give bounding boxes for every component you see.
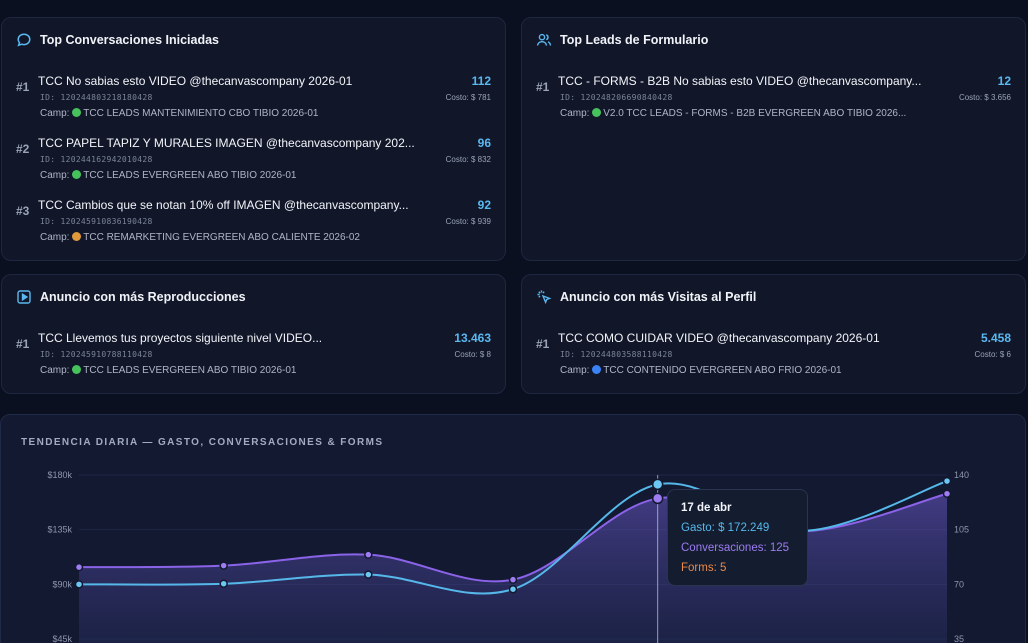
tooltip-forms: Forms: 5 (681, 562, 727, 574)
gasto-point[interactable] (219, 579, 228, 588)
right-tick-label: 35 (954, 634, 964, 643)
left-tick-label: $180k (47, 470, 72, 480)
gasto-point[interactable] (364, 570, 373, 579)
conversaciones-point[interactable] (942, 489, 952, 498)
left-tick-label: $90k (52, 579, 72, 589)
gasto-point[interactable] (508, 584, 518, 594)
tooltip-gasto: Gasto: $ 172.249 (681, 522, 770, 534)
daily-trend-chart[interactable]: $180k $135k $90k $45k 140 105 70 35 (0, 0, 1028, 643)
left-tick-label: $135k (47, 525, 72, 535)
conversaciones-point[interactable] (74, 562, 84, 572)
conversaciones-point[interactable] (219, 561, 228, 570)
gasto-point[interactable] (651, 478, 664, 491)
right-tick-label: 105 (954, 525, 969, 535)
right-tick-label: 140 (954, 470, 969, 480)
left-tick-label: $45k (52, 634, 72, 643)
gasto-point[interactable] (942, 476, 952, 486)
conversaciones-point[interactable] (364, 550, 373, 559)
gasto-point[interactable] (74, 580, 84, 589)
chart-tooltip: 17 de abr Gasto: $ 172.249 Conversacione… (667, 489, 808, 586)
conversaciones-point[interactable] (508, 575, 518, 584)
tooltip-conversaciones: Conversaciones: 125 (681, 542, 790, 554)
right-tick-label: 70 (954, 579, 964, 589)
tooltip-date: 17 de abr (681, 502, 732, 514)
conversaciones-point[interactable] (651, 492, 664, 505)
conversaciones-area (79, 493, 947, 643)
